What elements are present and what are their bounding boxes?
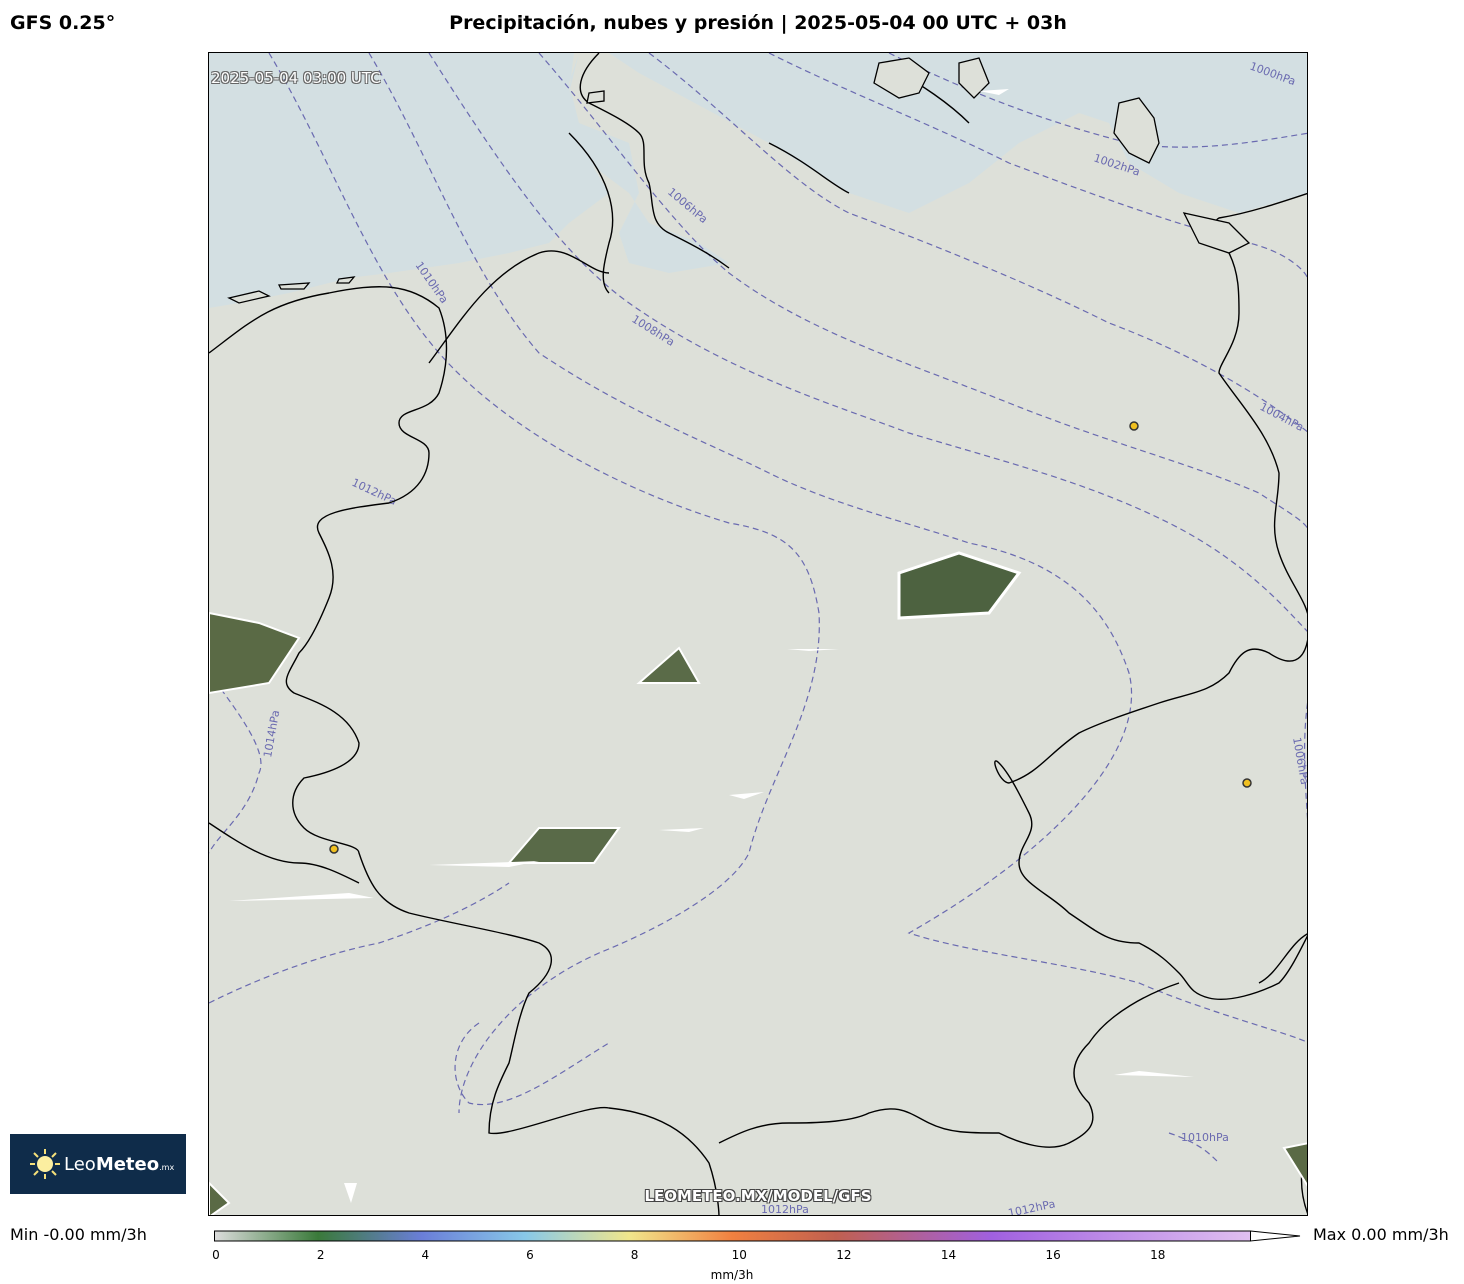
isobar-label: 1006hPa (665, 185, 710, 226)
cloud-streak (659, 828, 704, 832)
valid-time-label: 2025-05-04 03:00 UTC (211, 69, 381, 87)
cloud-streak (1114, 1071, 1194, 1077)
colorbar-tick-label: 14 (940, 1248, 957, 1262)
model-label: GFS 0.25° (10, 12, 116, 34)
colorbar-tick-label: 4 (421, 1248, 430, 1262)
sun-icon (28, 1147, 62, 1181)
cloud-streak (429, 861, 539, 867)
isobar-label: 1012hPa (350, 476, 399, 508)
cloud-patch (1282, 1142, 1307, 1187)
city-dot (1129, 421, 1139, 431)
map-canvas: 1000hPa 1002hPa 1004hPa 1006hPa 1006hPa … (209, 53, 1308, 1215)
city-dot (1242, 778, 1252, 788)
colorbar (214, 1230, 1301, 1242)
colorbar-extend-arrow (1250, 1230, 1301, 1242)
sea-area (209, 53, 1307, 308)
isobar-label: 1006hPa (1290, 736, 1308, 785)
isobar-label: 1014hPa (261, 709, 282, 758)
colorbar-tick-label: 12 (836, 1248, 852, 1262)
cloud-patch (897, 551, 1022, 620)
isobar-label: 1008hPa (629, 313, 676, 349)
colorbar-tick-label: 0 (212, 1248, 220, 1262)
max-value-label: Max 0.00 mm/3h (1313, 1225, 1449, 1244)
colorbar-fill (214, 1230, 1251, 1242)
colorbar-tick-label: 18 (1150, 1248, 1166, 1262)
cloud-streak (229, 893, 374, 901)
isobar-label: 1010hPa (1181, 1131, 1229, 1144)
colorbar-tick-label: 2 (316, 1248, 325, 1262)
min-value-label: Min -0.00 mm/3h (10, 1225, 147, 1244)
cloud-streak (787, 649, 839, 651)
cloud-patch (506, 827, 621, 864)
logo-text: LeoMeteo.mx (64, 1153, 175, 1175)
watermark: LEOMETEO.MX/MODEL/GFS (644, 1187, 872, 1205)
city-dot (329, 844, 339, 854)
cloud-patch (636, 646, 701, 684)
colorbar-tick-label: 16 (1045, 1248, 1061, 1262)
colorbar-tick-label: 10 (731, 1248, 747, 1262)
map-panel: 1000hPa 1002hPa 1004hPa 1006hPa 1006hPa … (208, 52, 1308, 1216)
city-markers (329, 421, 1252, 854)
cloud-streak (729, 792, 764, 799)
colorbar-unit: mm/3h (710, 1268, 754, 1282)
chart-title: Precipitación, nubes y presión | 2025-05… (449, 12, 1067, 34)
colorbar-ticks: 0 2 4 6 8 10 12 14 16 18 (212, 1248, 1250, 1264)
colorbar-tick-label: 8 (630, 1248, 639, 1262)
isobar-label: 1004hPa (1258, 400, 1306, 434)
leometeo-logo: LeoMeteo.mx (10, 1134, 186, 1194)
cloud-patch (209, 611, 301, 695)
colorbar-tick-label: 6 (526, 1248, 534, 1262)
